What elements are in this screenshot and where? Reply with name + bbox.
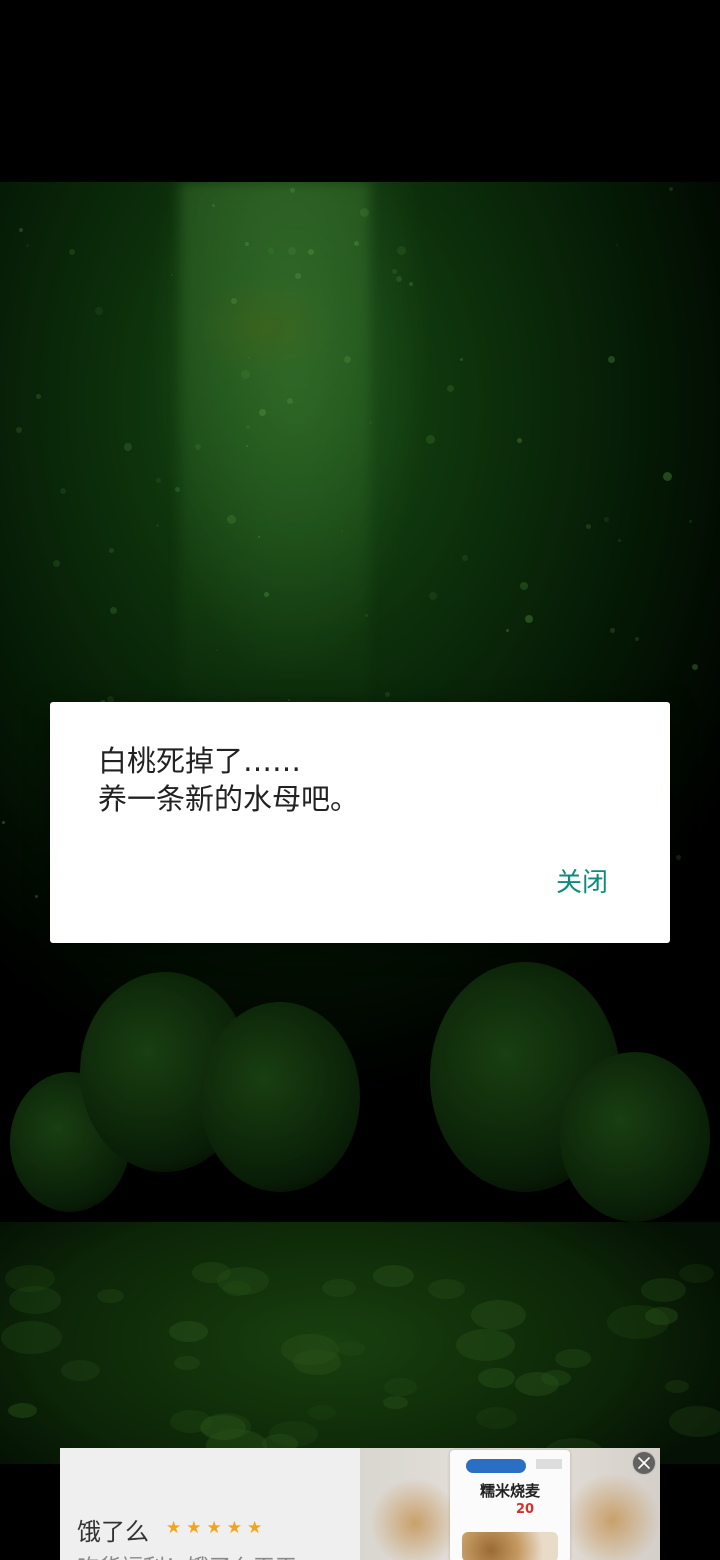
product-price: 20 (516, 1502, 535, 1517)
close-button[interactable]: 关闭 (538, 857, 626, 909)
ad-rating-stars: ★★★★★ (166, 1518, 268, 1538)
product-brand-badge (466, 1459, 526, 1473)
product-tag (536, 1459, 562, 1469)
food-photo-blur (370, 1478, 460, 1560)
dialog-message-line: 白桃死掉了…… (98, 744, 302, 778)
dialog-message: 白桃死掉了…… 养一条新的水母吧。 (98, 742, 618, 818)
product-name: 糯米烧麦 (479, 1482, 540, 1500)
food-photo-blur (565, 1473, 660, 1560)
ad-title: 饿了么 (77, 1518, 149, 1546)
product-card: 糯米烧麦 20 (450, 1450, 570, 1560)
product-photo (462, 1532, 558, 1560)
alert-dialog: 白桃死掉了…… 养一条新的水母吧。 关闭 (50, 702, 670, 943)
close-ad-icon[interactable] (632, 1451, 656, 1475)
ad-banner[interactable]: 饿了么 ★★★★★ 吃货福利！饿了么天天 糯米烧麦 20 (60, 1448, 660, 1560)
ad-text-panel: 饿了么 ★★★★★ 吃货福利！饿了么天天 (60, 1448, 360, 1560)
ad-image: 糯米烧麦 20 (360, 1448, 660, 1560)
ad-subtitle: 吃货福利！饿了么天天 (77, 1550, 297, 1560)
screen: 白桃死掉了…… 养一条新的水母吧。 关闭 饿了么 ★★★★★ 吃货福利！饿了么天… (0, 0, 720, 1560)
dialog-message-line: 养一条新的水母吧。 (98, 782, 360, 816)
